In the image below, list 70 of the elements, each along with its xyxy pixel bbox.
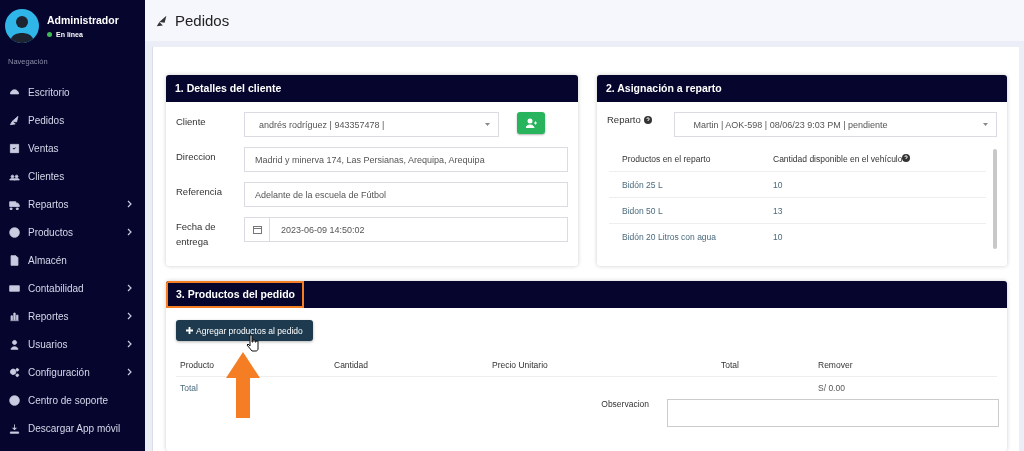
hand-cursor-icon bbox=[246, 334, 260, 352]
sidebar-item[interactable]: Usuarios bbox=[0, 330, 145, 358]
text-field[interactable]: Adelante de la escuela de Fútbol bbox=[244, 182, 568, 207]
observation-field[interactable] bbox=[667, 399, 999, 427]
column-header: Producto bbox=[180, 360, 216, 372]
table-cell: 13 bbox=[760, 197, 986, 224]
table-cell: 10 bbox=[760, 223, 986, 249]
date-field[interactable]: 2023-06-09 14:50:02 bbox=[244, 217, 568, 242]
field-label: Reparto bbox=[607, 113, 641, 127]
total-label: Total bbox=[180, 383, 199, 395]
sidebar-item[interactable]: Configuración bbox=[0, 358, 145, 386]
column-header: Productos en el reparto bbox=[609, 147, 760, 172]
sidebar-item[interactable]: Productos bbox=[0, 218, 145, 246]
table-cell: Bidón 20 Litros con agua bbox=[609, 223, 760, 249]
sidebar-item[interactable]: Pedidos bbox=[0, 106, 145, 134]
user-icon bbox=[9, 338, 20, 350]
card-header: 2. Asignación a reparto bbox=[597, 75, 1007, 102]
field-label: Direccion bbox=[176, 150, 217, 164]
download-icon bbox=[9, 422, 20, 434]
chevron-icon bbox=[127, 340, 132, 348]
text-field[interactable]: Madrid y minerva 174, Las Persianas, Arequipa, Arequipa bbox=[244, 147, 568, 172]
chevron-icon bbox=[127, 368, 132, 376]
checkbox-icon bbox=[9, 142, 20, 154]
field-label: Observacion bbox=[601, 399, 649, 411]
field-label: Referencia bbox=[176, 185, 223, 199]
column-header: Remover bbox=[818, 360, 854, 372]
sidebar-item[interactable]: Descargar App móvil bbox=[0, 414, 145, 442]
total-value: S/ 0.00 bbox=[818, 383, 846, 395]
column-header: Precio Unitario bbox=[492, 360, 549, 372]
user-name: Administrador bbox=[47, 14, 119, 26]
arrow-icon bbox=[226, 352, 260, 418]
field-label: Cliente bbox=[176, 115, 207, 129]
column-header: Cantidad disponible en el vehículo bbox=[773, 154, 903, 164]
caret-icon bbox=[983, 123, 988, 126]
avatar-icon bbox=[5, 9, 39, 43]
sidebar-item[interactable]: Clientes bbox=[0, 162, 145, 190]
help-icon bbox=[643, 115, 652, 124]
plus-icon bbox=[186, 327, 193, 334]
sidebar-item[interactable]: Escritorio bbox=[0, 78, 145, 106]
sidebar-item[interactable]: Contabilidad bbox=[0, 274, 145, 302]
page-title: Pedidos bbox=[175, 12, 230, 29]
add-client-button[interactable] bbox=[517, 112, 545, 134]
sidebar-item[interactable]: Centro de soporte bbox=[0, 386, 145, 414]
card-header: 1. Detalles del cliente bbox=[166, 75, 578, 102]
help-icon bbox=[902, 154, 911, 162]
field-label: Fecha de entrega bbox=[176, 220, 217, 249]
column-header: Total bbox=[721, 360, 740, 372]
chevron-icon bbox=[127, 200, 132, 208]
table-cell: Bidon 50 L bbox=[609, 197, 760, 224]
chevron-icon bbox=[127, 312, 132, 320]
document-icon bbox=[9, 254, 20, 266]
sidebar-item[interactable]: Repartos bbox=[0, 190, 145, 218]
chevron-icon bbox=[127, 284, 132, 292]
column-header: Cantidad bbox=[334, 360, 370, 372]
delivery-select[interactable]: Martin | AOK-598 | 08/06/23 9:03 PM | pendiente bbox=[674, 112, 997, 137]
caret-icon bbox=[485, 123, 490, 126]
chevron-icon bbox=[127, 228, 132, 236]
calendar-icon bbox=[252, 225, 262, 234]
card-header: 3. Productos del pedido bbox=[166, 281, 304, 308]
table-cell: Bidón 25 L bbox=[609, 171, 760, 198]
sidebar-item[interactable]: Ventas bbox=[0, 134, 145, 162]
truck-icon bbox=[9, 198, 20, 210]
table-cell: 10 bbox=[760, 171, 986, 198]
scrollbar[interactable] bbox=[993, 149, 997, 249]
sidebar-item[interactable]: Almacén bbox=[0, 246, 145, 274]
client-select[interactable]: andrés rodríguez | 943357478 | bbox=[244, 112, 499, 137]
sidebar-item[interactable]: Reportes bbox=[0, 302, 145, 330]
add-user-icon bbox=[525, 118, 537, 128]
bar-chart-icon bbox=[9, 310, 20, 322]
add-products-button[interactable]: Agregar productos al pedido bbox=[176, 320, 313, 341]
